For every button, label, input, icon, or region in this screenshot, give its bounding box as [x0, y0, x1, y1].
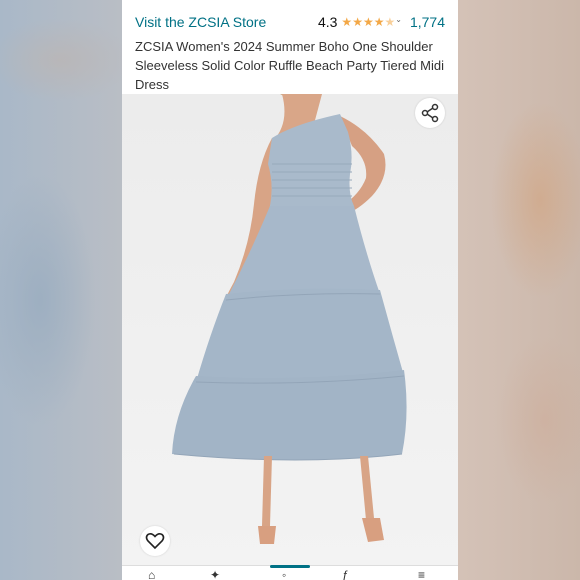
home-icon[interactable]: ⌂	[148, 569, 155, 580]
profile-icon[interactable]: ✦	[210, 569, 220, 580]
menu-icon[interactable]: ≡	[418, 569, 425, 580]
share-icon	[421, 103, 439, 123]
rating-value: 4.3	[317, 14, 338, 30]
product-title: ZCSIA Women's 2024 Summer Boho One Shoul…	[135, 39, 445, 92]
review-count[interactable]: 1,774	[410, 14, 445, 30]
product-screen: Visit the ZCSIA Store 4.3 ★ ★ ★ ★ ★ ⌄ 1,…	[122, 0, 458, 580]
bottom-nav: ⌂ ✦ ◦ ƒ ≡	[122, 565, 458, 580]
favorite-button[interactable]	[140, 526, 170, 556]
star-icon: ★	[352, 15, 363, 29]
product-image[interactable]	[122, 94, 458, 566]
rating[interactable]: 4.3 ★ ★ ★ ★ ★ ⌄ 1,774	[318, 14, 445, 30]
account-icon[interactable]: ◦	[282, 569, 286, 580]
heart-icon	[145, 533, 165, 550]
product-header: Visit the ZCSIA Store 4.3 ★ ★ ★ ★ ★ ⌄ 1,…	[122, 8, 458, 94]
share-button[interactable]	[415, 98, 445, 128]
dress-model-image	[172, 94, 407, 544]
star-icon: ★	[362, 15, 374, 29]
store-link[interactable]: Visit the ZCSIA Store	[135, 14, 266, 30]
store-rating-row: Visit the ZCSIA Store 4.3 ★ ★ ★ ★ ★ ⌄ 1,…	[135, 8, 445, 36]
star-rating: ★ ★ ★ ★ ★ ⌄	[341, 15, 402, 29]
star-icon: ★	[341, 15, 353, 29]
cart-icon[interactable]: ƒ	[342, 569, 349, 580]
star-icon: ★	[373, 15, 385, 29]
half-star-icon: ★	[384, 15, 396, 29]
active-tab-indicator	[270, 565, 310, 568]
chevron-down-icon: ⌄	[395, 15, 402, 24]
